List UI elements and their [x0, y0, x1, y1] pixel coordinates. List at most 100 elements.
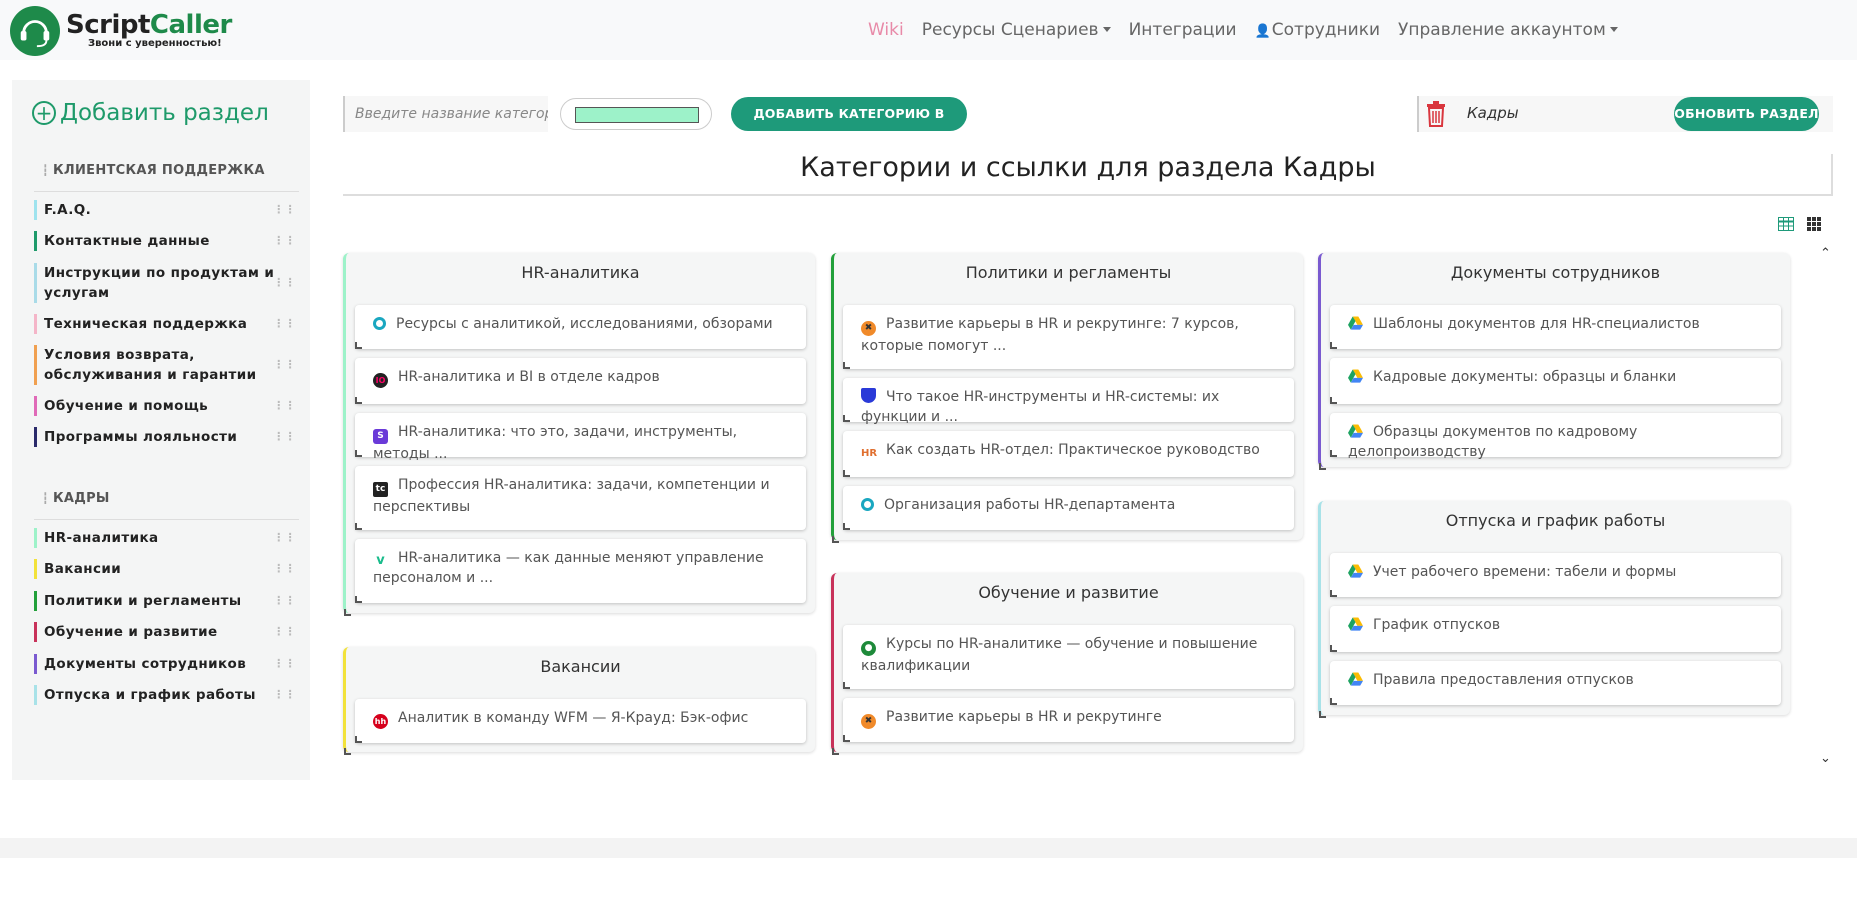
link-item[interactable]: Кадровые документы: образцы и бланки [1330, 358, 1781, 404]
resize-handle-icon[interactable] [344, 609, 351, 616]
link-item[interactable]: ✖ Развитие карьеры в HR и рекрутинге: 7 к… [843, 305, 1294, 369]
scrollbar[interactable]: ⌃ ⌄ [1818, 246, 1832, 766]
sidebar-item[interactable]: Условия возврата, обслуживания и гаранти… [34, 345, 296, 385]
resize-handle-icon[interactable] [843, 682, 850, 689]
sidebar-item[interactable]: Программы лояльности ⋮⋮ [34, 427, 296, 447]
nav-scripts-dropdown[interactable]: Ресурсы Сценариев [922, 20, 1111, 40]
resize-handle-icon[interactable] [843, 470, 850, 477]
drag-handle-icon[interactable]: ⋮⋮ [273, 314, 296, 334]
link-item[interactable]: ✖ Развитие карьеры в HR и рекрутинге [843, 698, 1294, 742]
resize-handle-icon[interactable] [843, 415, 850, 422]
category-card[interactable]: HR-аналитика Ресурсы с аналитикой, иссле… [343, 253, 815, 616]
resize-handle-icon[interactable] [355, 450, 362, 457]
nav-employees[interactable]: Сотрудники [1255, 20, 1380, 40]
color-picker[interactable] [560, 98, 712, 130]
link-item[interactable]: Ресурсы с аналитикой, исследованиями, об… [355, 305, 806, 349]
grid-view-icon[interactable] [1806, 216, 1822, 232]
link-item[interactable]: v HR-аналитика — как данные меняют управл… [355, 539, 806, 603]
resize-handle-icon[interactable] [1330, 590, 1337, 597]
link-item[interactable]: Образцы документов по кадровому делопрои… [1330, 413, 1781, 460]
link-item[interactable]: Правила предоставления отпусков [1330, 661, 1781, 705]
link-item[interactable]: Что такое HR-инструменты и HR-системы: и… [843, 378, 1294, 425]
category-card[interactable]: Обучение и развитие ● Курсы по HR-аналити… [831, 573, 1303, 755]
category-card[interactable]: Отпуска и график работы Учет рабочего вр… [1318, 501, 1790, 718]
resize-handle-icon[interactable] [355, 397, 362, 404]
link-item[interactable]: tc Профессия HR-аналитика: задачи, компет… [355, 466, 806, 530]
drag-handle-icon[interactable]: ⋮⋮ [273, 591, 296, 611]
tc-icon: tc [373, 482, 388, 497]
link-item[interactable]: hh Аналитик в команду WFM — Я-Крауд: Бэк-… [355, 699, 806, 743]
drag-handle-icon[interactable]: ⋮⋮ [273, 273, 296, 293]
drag-handle-icon[interactable]: ⋮⋮ [273, 559, 296, 579]
link-item[interactable]: ● Курсы по HR-аналитике — обучение и повы… [843, 625, 1294, 689]
resize-handle-icon[interactable] [1330, 450, 1337, 457]
resize-handle-icon[interactable] [843, 735, 850, 742]
drag-handle-icon[interactable]: ⋮⋮ [273, 396, 296, 416]
sidebar-item[interactable]: Обучение и развитие ⋮⋮ [34, 622, 296, 642]
resize-handle-icon[interactable] [355, 342, 362, 349]
drag-handle-icon[interactable]: ⋮⋮ [273, 200, 296, 220]
resize-handle-icon[interactable] [843, 362, 850, 369]
sidebar-item[interactable]: Политики и регламенты ⋮⋮ [34, 591, 296, 611]
link-item[interactable]: График отпусков [1330, 606, 1781, 652]
drag-handle-icon[interactable]: ⋮⋮ [273, 231, 296, 251]
sidebar-item[interactable]: Документы сотрудников ⋮⋮ [34, 654, 296, 674]
resize-handle-icon[interactable] [1330, 698, 1337, 705]
resize-handle-icon[interactable] [355, 736, 362, 743]
link-item[interactable]: HR Как создать HR-отдел: Практическое рук… [843, 431, 1294, 477]
google-drive-icon [1348, 424, 1363, 439]
drag-handle-icon[interactable]: ⋮⋮ [273, 427, 296, 447]
table-view-icon[interactable] [1778, 216, 1794, 232]
drag-handle-icon[interactable]: ⋮⋮ [273, 355, 296, 375]
resize-handle-icon[interactable] [1319, 463, 1326, 470]
resize-handle-icon[interactable] [1330, 342, 1337, 349]
resize-handle-icon[interactable] [1330, 645, 1337, 652]
link-item[interactable]: S HR-аналитика: что это, задачи, инструме… [355, 413, 806, 462]
sidebar-item[interactable]: Отпуска и график работы ⋮⋮ [34, 685, 296, 705]
drag-handle-icon[interactable]: ⋮⋮ [273, 622, 296, 642]
sidebar-item[interactable]: Вакансии ⋮⋮ [34, 559, 296, 579]
category-card[interactable]: Документы сотрудников Шаблоны документов… [1318, 253, 1790, 470]
sidebar-item[interactable]: Техническая поддержка ⋮⋮ [34, 314, 296, 334]
resize-handle-icon[interactable] [355, 596, 362, 603]
resize-handle-icon[interactable] [355, 523, 362, 530]
link-item[interactable]: Организация работы HR-департамента [843, 486, 1294, 530]
add-section-button[interactable]: + Добавить раздел [32, 100, 269, 126]
category-name-input[interactable]: Введите название категории [343, 96, 548, 132]
drag-handle-icon[interactable]: ⋮⋮ [273, 654, 296, 674]
update-section-button[interactable]: ОБНОВИТЬ РАЗДЕЛ [1674, 97, 1819, 131]
sidebar-item[interactable]: F.A.Q. ⋮⋮ [34, 200, 296, 220]
link-item[interactable]: Учет рабочего времени: табели и формы [1330, 553, 1781, 597]
trash-icon[interactable] [1425, 100, 1447, 128]
google-drive-icon [1348, 672, 1363, 687]
color-swatch [575, 107, 699, 123]
page-title: Категории и ссылки для раздела Кадры [800, 152, 1376, 183]
nav-integrations[interactable]: Интеграции [1129, 20, 1237, 40]
nav-wiki[interactable]: Wiki [868, 20, 904, 40]
logo[interactable]: ScriptCaller Звони с уверенностью! [10, 6, 232, 56]
sidebar-group-title[interactable]: КАДРЫ [42, 491, 110, 506]
category-card[interactable]: Вакансии hh Аналитик в команду WFM — Я-Кр… [343, 647, 815, 755]
sidebar-item[interactable]: HR-аналитика ⋮⋮ [34, 528, 296, 548]
drag-handle-icon[interactable]: ⋮⋮ [273, 685, 296, 705]
nav-account-dropdown[interactable]: Управление аккаунтом [1398, 20, 1618, 40]
chevron-down-icon[interactable]: ⌄ [1820, 751, 1831, 766]
chevron-up-icon[interactable]: ⌃ [1820, 246, 1831, 261]
resize-handle-icon[interactable] [843, 523, 850, 530]
resize-handle-icon[interactable] [344, 748, 351, 755]
section-name-input[interactable]: Кадры [1467, 104, 1519, 122]
sidebar-item[interactable]: Инструкции по продуктам и услугам ⋮⋮ [34, 263, 296, 303]
sidebar-group-title[interactable]: КЛИЕНТСКАЯ ПОДДЕРЖКА [42, 163, 265, 178]
green-circle-icon: ● [861, 641, 876, 656]
resize-handle-icon[interactable] [832, 748, 839, 755]
add-category-button[interactable]: ДОБАВИТЬ КАТЕГОРИЮ В РАЗДЕЛ [731, 97, 967, 155]
sidebar-item[interactable]: Контактные данные ⋮⋮ [34, 231, 296, 251]
drag-handle-icon[interactable]: ⋮⋮ [273, 528, 296, 548]
sidebar-item[interactable]: Обучение и помощь ⋮⋮ [34, 396, 296, 416]
resize-handle-icon[interactable] [1330, 397, 1337, 404]
category-card[interactable]: Политики и регламенты ✖ Развитие карьеры … [831, 253, 1303, 543]
resize-handle-icon[interactable] [1319, 711, 1326, 718]
link-item[interactable]: Шаблоны документов для HR-специалистов [1330, 305, 1781, 349]
resize-handle-icon[interactable] [832, 536, 839, 543]
link-item[interactable]: IO HR-аналитика и BI в отделе кадров [355, 358, 806, 404]
